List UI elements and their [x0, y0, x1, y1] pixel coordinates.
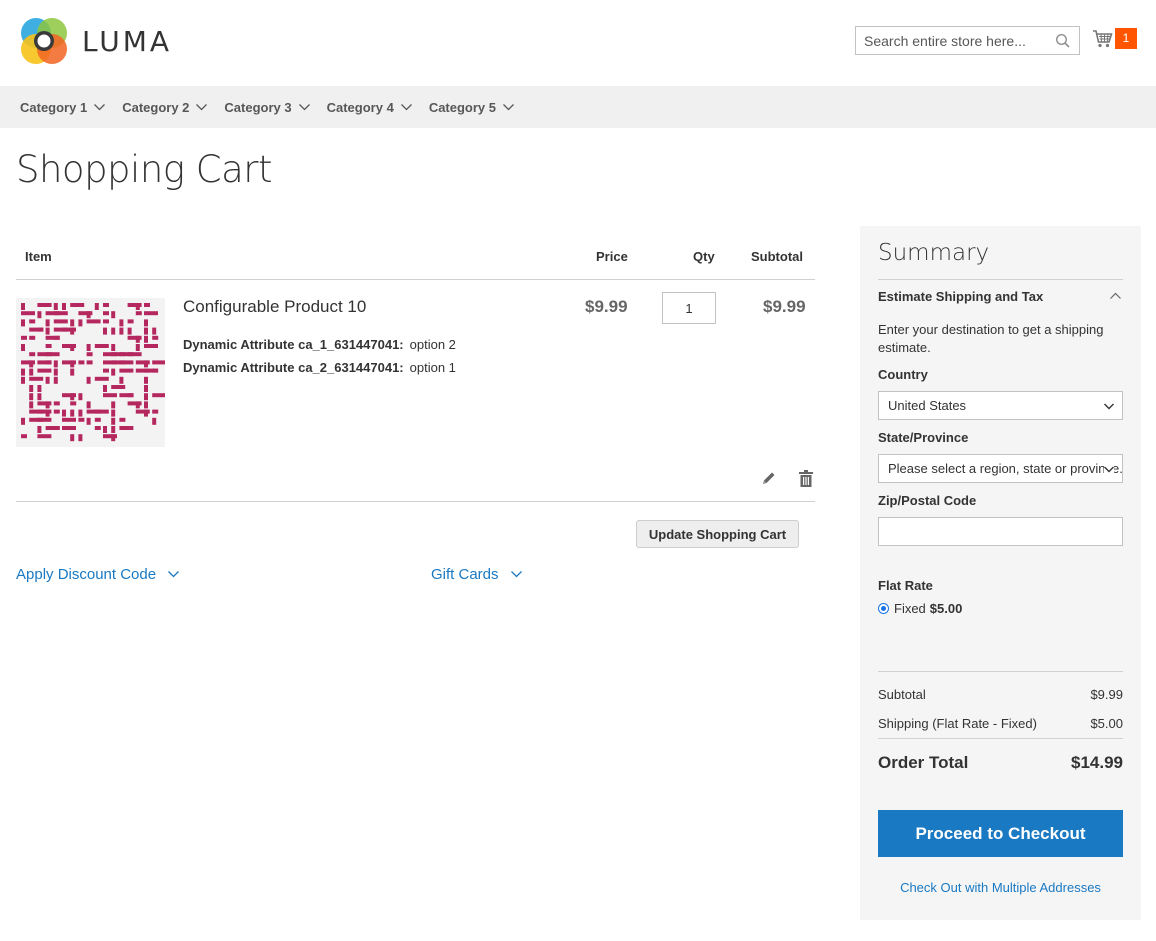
order-total-label: Order Total — [878, 753, 969, 772]
country-select[interactable]: United States — [878, 391, 1123, 420]
page-title: Shopping Cart — [16, 148, 272, 191]
chevron-down-icon — [168, 571, 180, 578]
item-price: $9.99 — [585, 297, 628, 316]
item-subtotal: $9.99 — [763, 297, 806, 316]
estimate-description: Enter your destination to get a shipping… — [878, 322, 1104, 355]
qty-input[interactable] — [662, 292, 716, 324]
search-input[interactable] — [856, 27, 1079, 54]
apply-discount-toggle[interactable]: Apply Discount Code — [16, 566, 180, 583]
cart-table-header: Item Price Qty Subtotal — [16, 236, 815, 280]
chevron-down-icon — [196, 103, 208, 110]
nav-item-category-3[interactable]: Category 3 — [224, 86, 310, 128]
cart-summary: Summary Estimate Shipping and Tax Enter … — [860, 226, 1141, 920]
search-icon[interactable] — [1055, 33, 1071, 49]
multiple-addresses-link[interactable]: Check Out with Multiple Addresses — [878, 880, 1123, 895]
nav-item-category-1[interactable]: Category 1 — [20, 86, 106, 128]
col-item: Item — [25, 249, 52, 264]
product-attribute: Dynamic Attribute ca_1_631447041: option … — [183, 337, 456, 352]
cart-table: Item Price Qty Subtotal Configurable Pro… — [16, 236, 815, 502]
cart-icon[interactable] — [1092, 28, 1114, 50]
store-logo[interactable]: LUMA — [20, 17, 172, 65]
site-header: LUMA 1 — [0, 0, 1156, 86]
nav-item-label: Category 5 — [428, 99, 497, 115]
chevron-down-icon — [298, 103, 310, 110]
shipping-row: Shipping (Flat Rate - Fixed) $5.00 — [878, 716, 1123, 731]
chevron-down-icon — [400, 103, 412, 110]
chevron-down-icon — [1104, 403, 1114, 410]
trash-icon[interactable] — [799, 470, 813, 487]
search-box — [855, 26, 1080, 55]
chevron-down-icon — [503, 103, 514, 110]
apply-discount-label: Apply Discount Code — [16, 566, 157, 583]
order-total-value: $14.99 — [1071, 753, 1123, 772]
shipping-method-radio[interactable] — [878, 603, 889, 614]
col-price: Price — [596, 249, 628, 264]
order-total-row: Order Total $14.99 — [878, 753, 1123, 773]
attribute-label: Dynamic Attribute ca_2_631447041: — [183, 360, 404, 375]
update-cart-button[interactable]: Update Shopping Cart — [636, 520, 799, 548]
state-value: Please select a region, state or provinc… — [888, 461, 1123, 476]
attribute-value: option 1 — [409, 360, 456, 375]
divider — [878, 279, 1123, 280]
chevron-down-icon — [94, 103, 106, 110]
brand-name: LUMA — [82, 24, 173, 58]
country-label: Country — [878, 367, 928, 382]
cart-count-badge[interactable]: 1 — [1115, 28, 1137, 49]
chevron-up-icon — [1110, 292, 1121, 299]
shipping-label: Shipping (Flat Rate - Fixed) — [878, 716, 1037, 731]
shipping-method-name: Fixed — [894, 601, 926, 616]
proceed-to-checkout-button[interactable]: Proceed to Checkout — [878, 810, 1123, 857]
attribute-value: option 2 — [409, 337, 456, 352]
nav-item-label: Category 1 — [20, 99, 88, 115]
nav-item-category-2[interactable]: Category 2 — [122, 86, 208, 128]
subtotal-row: Subtotal $9.99 — [878, 687, 1123, 702]
state-label: State/Province — [878, 430, 969, 445]
subtotal-label: Subtotal — [878, 687, 926, 702]
shipping-method-option[interactable]: Fixed $5.00 — [878, 601, 962, 616]
col-qty: Qty — [693, 249, 715, 264]
nav-item-category-4[interactable]: Category 4 — [327, 86, 412, 128]
zip-input[interactable] — [878, 517, 1123, 546]
nav-item-label: Category 2 — [122, 99, 190, 115]
shipping-value: $5.00 — [1090, 716, 1123, 731]
divider — [878, 738, 1123, 739]
col-subtotal: Subtotal — [751, 249, 803, 264]
gift-cards-toggle[interactable]: Gift Cards — [431, 566, 522, 583]
product-name[interactable]: Configurable Product 10 — [183, 297, 366, 317]
product-attribute: Dynamic Attribute ca_2_631447041: option … — [183, 360, 456, 375]
subtotal-value: $9.99 — [1090, 687, 1123, 702]
estimate-shipping-toggle[interactable]: Estimate Shipping and Tax — [878, 289, 1123, 304]
zip-label: Zip/Postal Code — [878, 493, 977, 508]
shipping-method-price: $5.00 — [929, 601, 963, 616]
edit-icon[interactable] — [761, 470, 777, 486]
nav-item-label: Category 4 — [326, 99, 394, 115]
nav-item-label: Category 3 — [224, 99, 292, 115]
chevron-down-icon — [1104, 466, 1114, 473]
attribute-label: Dynamic Attribute ca_1_631447041: — [183, 337, 404, 352]
luma-logo-icon — [20, 17, 68, 65]
cart-item-row: Configurable Product 10 Dynamic Attribut… — [16, 280, 815, 502]
gift-cards-label: Gift Cards — [431, 566, 499, 583]
chevron-down-icon — [510, 571, 522, 578]
product-thumbnail[interactable] — [16, 298, 167, 447]
nav-item-category-5[interactable]: Category 5 — [429, 86, 514, 128]
country-value: United States — [888, 398, 967, 413]
divider — [878, 671, 1123, 672]
estimate-shipping-heading: Estimate Shipping and Tax — [878, 289, 1044, 304]
flat-rate-label: Flat Rate — [878, 578, 933, 593]
state-select[interactable]: Please select a region, state or provinc… — [878, 454, 1123, 483]
category-nav: Category 1 Category 2 Category 3 Category 4… — [0, 86, 1156, 128]
summary-title: Summary — [878, 240, 990, 266]
